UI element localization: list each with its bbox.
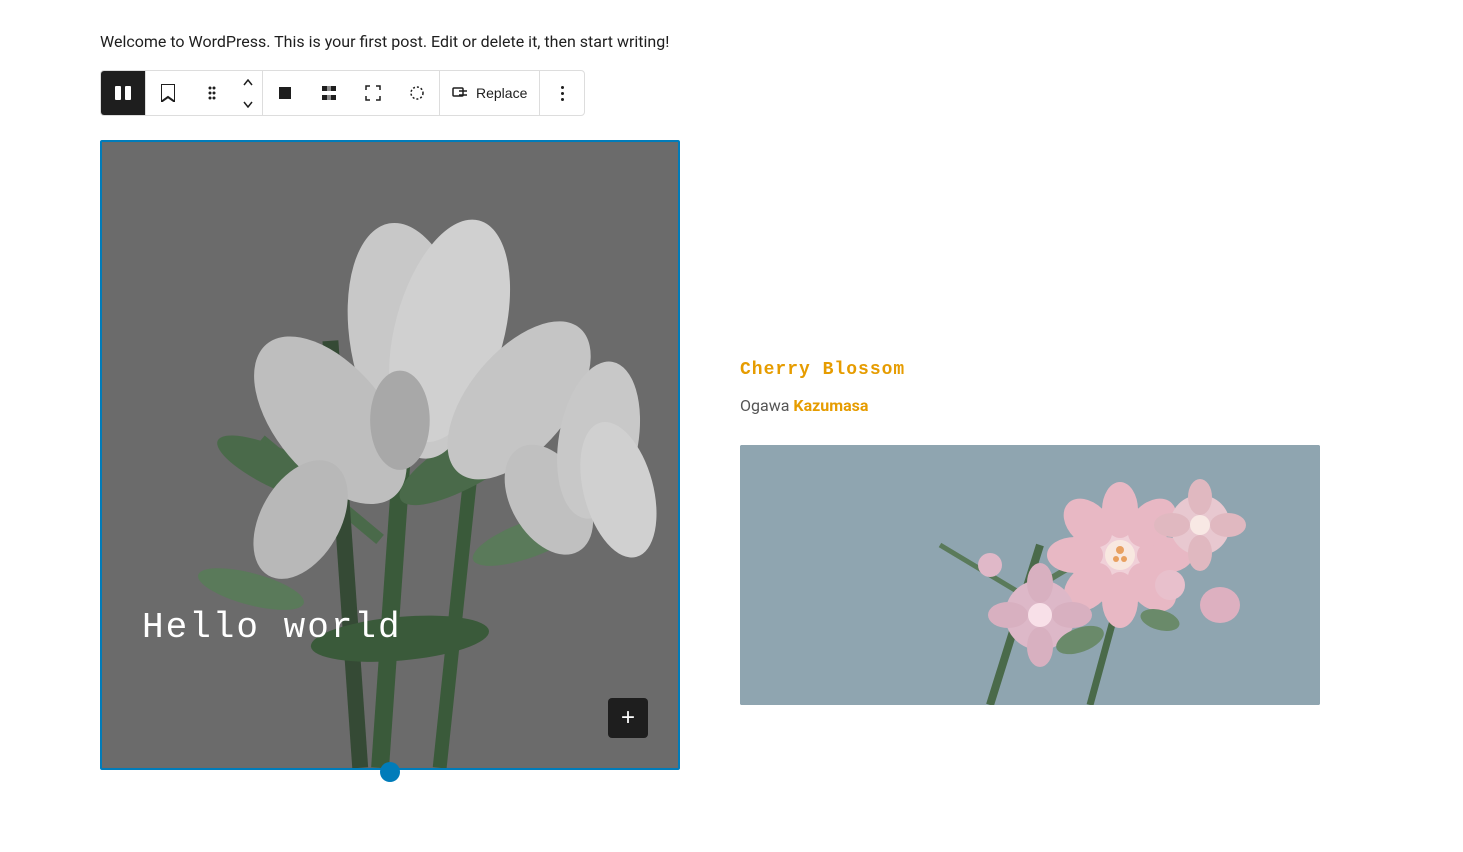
welcome-text: Welcome to WordPress. This is your first… — [100, 30, 1363, 54]
square-format-button[interactable] — [263, 71, 307, 115]
dotted-circle-format-button[interactable] — [395, 71, 439, 115]
replace-icon — [452, 85, 468, 101]
replace-label: Replace — [476, 85, 527, 101]
dotted-circle-icon — [409, 85, 425, 101]
post-title: Cherry Blossom — [740, 360, 1363, 380]
author-prefix: Ogawa — [740, 396, 793, 415]
post-info: Cherry Blossom Ogawa Kazumasa — [740, 140, 1363, 705]
scrubber-handle[interactable] — [380, 762, 400, 782]
grid-format-button[interactable] — [307, 71, 351, 115]
square-icon — [277, 85, 293, 101]
toolbar-group-4: Replace — [440, 71, 540, 115]
more-options-button[interactable] — [540, 71, 584, 115]
toolbar-group-1 — [101, 71, 146, 115]
bookmark-button[interactable] — [146, 71, 190, 115]
expand-format-button[interactable] — [351, 71, 395, 115]
hello-world-text: Hello world — [142, 607, 402, 648]
three-dots-icon — [561, 86, 564, 101]
cherry-blossom-image — [740, 445, 1320, 705]
bookmark-icon — [161, 84, 175, 102]
page-wrapper: Welcome to WordPress. This is your first… — [0, 0, 1463, 810]
author-name: Kazumasa — [793, 396, 868, 415]
drag-icon — [207, 85, 217, 101]
add-block-button[interactable]: + — [608, 698, 648, 738]
toolbar-group-2 — [146, 71, 263, 115]
chevron-up-icon — [243, 79, 253, 86]
drag-handle-button[interactable] — [190, 71, 234, 115]
media-block: Hello world + — [100, 140, 680, 770]
expand-icon — [365, 85, 381, 101]
toolbar-group-3 — [263, 71, 440, 115]
toolbar-group-5 — [540, 71, 584, 115]
move-down-button[interactable] — [234, 93, 262, 115]
chevron-down-icon — [243, 101, 253, 108]
grid-icon — [321, 85, 337, 101]
columns-icon — [114, 84, 132, 102]
toolbar: Replace — [100, 70, 585, 116]
replace-button[interactable]: Replace — [440, 71, 539, 115]
move-up-button[interactable] — [234, 71, 262, 93]
flower-background-svg — [102, 142, 678, 768]
columns-button[interactable] — [101, 71, 145, 115]
post-author: Ogawa Kazumasa — [740, 396, 1363, 415]
move-arrows — [234, 71, 262, 115]
media-block-inner: Hello world + — [100, 140, 680, 770]
cherry-blossom-svg — [740, 445, 1320, 705]
content-area: Hello world + Cherry Blossom Ogawa Kazum… — [100, 140, 1363, 770]
